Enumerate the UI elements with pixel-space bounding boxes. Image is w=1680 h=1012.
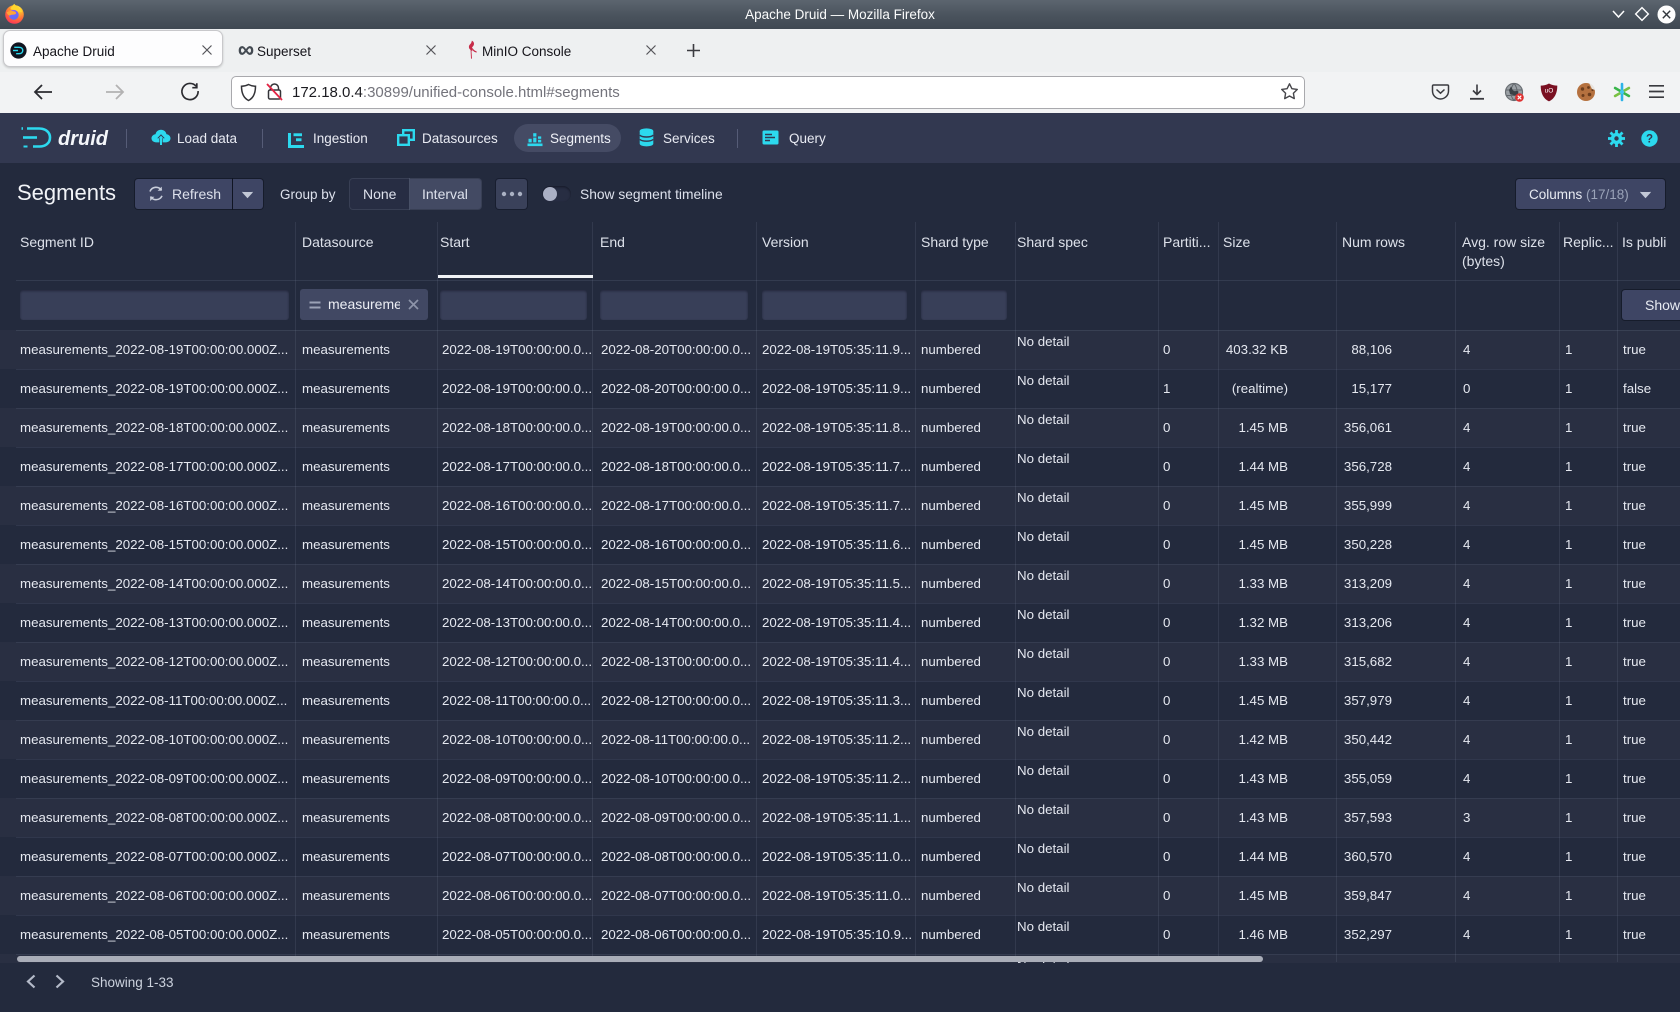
svg-text:?: ? — [1646, 134, 1653, 146]
svg-text:uO: uO — [1545, 88, 1554, 95]
